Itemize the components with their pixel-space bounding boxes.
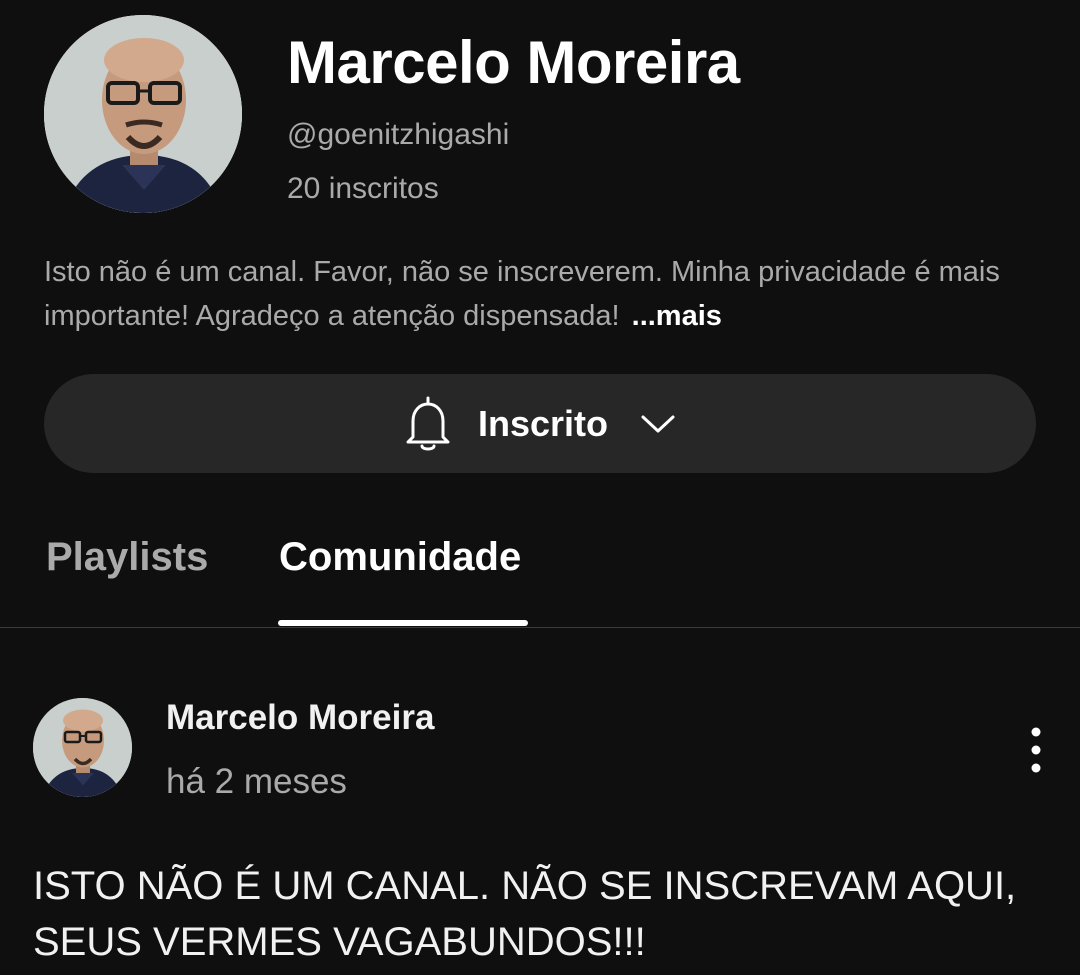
subscribed-button[interactable]: Inscrito bbox=[44, 374, 1036, 473]
subscribed-label: Inscrito bbox=[477, 402, 609, 444]
tab-playlists[interactable]: Playlists bbox=[46, 535, 208, 580]
post-timestamp: há 2 meses bbox=[166, 762, 347, 801]
bell-icon bbox=[404, 395, 452, 453]
post-text: ISTO NÃO É UM CANAL. NÃO SE INSCREVAM AQ… bbox=[33, 864, 1017, 964]
channel-description[interactable]: Isto não é um canal. Favor, não se inscr… bbox=[44, 250, 1044, 338]
tab-community[interactable]: Comunidade bbox=[279, 535, 521, 580]
post-author-name[interactable]: Marcelo Moreira bbox=[166, 698, 434, 738]
chevron-down-icon bbox=[640, 412, 676, 436]
active-tab-indicator bbox=[278, 620, 528, 626]
channel-name: Marcelo Moreira bbox=[287, 29, 740, 96]
more-link[interactable]: ...mais bbox=[632, 300, 722, 332]
subscriber-count: 20 inscritos bbox=[287, 172, 439, 205]
channel-handle: @goenitzhigashi bbox=[287, 118, 510, 151]
channel-description-text: Isto não é um canal. Favor, não se inscr… bbox=[44, 256, 1000, 332]
post-author-avatar[interactable] bbox=[33, 698, 132, 797]
channel-avatar[interactable] bbox=[44, 15, 242, 213]
more-vertical-icon[interactable] bbox=[1016, 722, 1056, 778]
channel-tabs: Playlists Comunidade bbox=[0, 525, 1080, 628]
